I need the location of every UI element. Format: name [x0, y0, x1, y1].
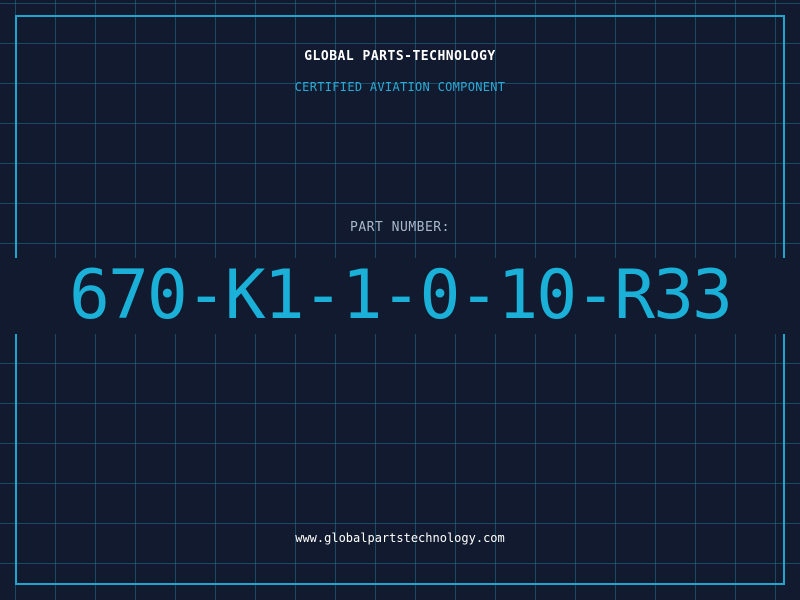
- certification-subtitle: CERTIFIED AVIATION COMPONENT: [294, 80, 506, 94]
- company-name: GLOBAL PARTS-TECHNOLOGY: [304, 49, 496, 64]
- part-number-label: PART NUMBER:: [350, 220, 450, 235]
- part-number-value: 670-K1-1-0-10-R33: [69, 256, 733, 335]
- website-url: www.globalpartstechnology.com: [295, 531, 505, 545]
- certificate-page: GLOBAL PARTS-TECHNOLOGY CERTIFIED AVIATI…: [0, 0, 800, 600]
